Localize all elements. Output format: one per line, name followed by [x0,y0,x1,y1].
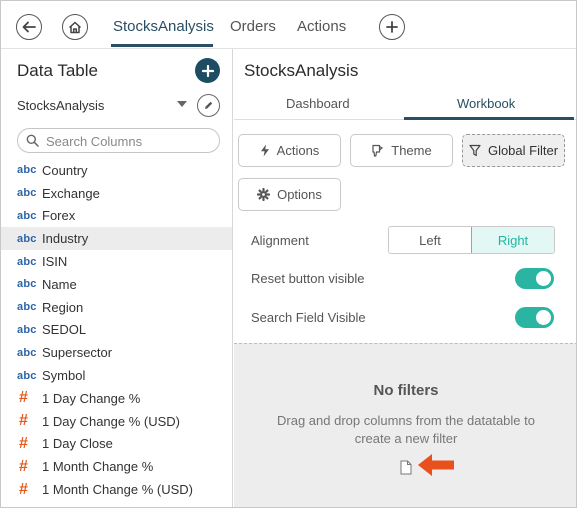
column-name: 1 Day Close [42,436,113,452]
reset-button-visible-label: Reset button visible [251,271,365,286]
no-filters-title: No filters [373,382,439,399]
column-name: 1 Day Change % [42,390,141,406]
annotation-arrow-icon [418,454,454,476]
column-name: Exchange [42,185,100,201]
numeric-type-icon: # [19,412,28,430]
column-item[interactable]: abc Industry [1,227,232,251]
text-type-icon: abc [17,323,37,336]
numeric-type-icon: # [19,434,28,452]
text-type-icon: abc [17,232,37,245]
panel-title: Data Table [17,61,98,80]
alignment-right-option[interactable]: Right [471,227,554,253]
data-source-select[interactable]: StocksAnalysis [17,98,104,113]
chevron-down-icon[interactable] [177,101,187,107]
column-item[interactable]: #1 Month Change % [1,455,232,478]
actions-button-label: Actions [276,143,320,158]
active-tab-indicator [111,44,213,47]
add-tab-button[interactable] [379,14,405,40]
text-type-icon: abc [17,187,37,200]
text-type-icon: abc [17,278,37,291]
text-type-icon: abc [17,369,37,382]
theme-button[interactable]: Theme [350,134,453,167]
column-list: abc Country abc Exchange abc Forex abc Industry… [1,159,232,501]
column-name: ISIN [42,254,68,270]
column-item[interactable]: abc ISIN [1,250,232,273]
column-item[interactable]: #1 Day Change % [1,387,232,410]
edit-data-source-button[interactable] [197,94,220,117]
column-name: Industry [42,231,89,247]
reset-button-visible-toggle[interactable] [515,268,554,289]
column-name: 1 Month Change % (USD) [42,482,194,498]
column-item[interactable]: abc Country [1,159,232,182]
search-field-visible-toggle[interactable] [515,307,554,328]
column-name: Name [42,276,77,292]
alignment-label: Alignment [251,233,309,248]
column-item[interactable]: abc SEDOL [1,319,232,342]
column-item[interactable]: abc Supersector [1,341,232,364]
data-table-panel: Data Table StocksAnalysis abc Country abc E… [1,49,233,507]
theme-brush-icon [372,144,384,157]
global-filter-button-label: Global Filter [487,143,559,158]
pencil-icon [205,101,213,109]
column-item[interactable]: abc Region [1,296,232,319]
add-data-source-button[interactable] [195,58,220,83]
column-name: Symbol [42,368,86,384]
text-type-icon: abc [17,164,37,177]
tab-actions[interactable]: Actions [297,18,346,35]
column-item[interactable]: #1 Month Change % (USD) [1,478,232,501]
plus-icon [386,21,398,33]
column-item[interactable]: abc Forex [1,205,232,228]
column-item[interactable]: abc Exchange [1,182,232,205]
text-type-icon: abc [17,209,37,222]
document-icon [400,460,412,475]
numeric-type-icon: # [19,480,28,498]
back-arrow-icon [22,21,36,33]
column-name: Region [42,299,84,315]
search-columns-input[interactable] [46,132,216,150]
column-name: SEDOL [42,322,87,338]
search-icon [26,134,39,147]
top-navigation: StocksAnalysis Orders Actions [1,1,576,49]
column-name: Supersector [42,345,113,361]
actions-button[interactable]: Actions [238,134,341,167]
numeric-type-icon: # [19,457,28,475]
column-name: 1 Month Change % [42,459,154,475]
app-window: StocksAnalysis Orders Actions Data Table… [0,0,577,508]
column-name: Forex [42,208,76,224]
drop-hint-text: Drag and drop columns from the datatable… [277,413,535,446]
text-type-icon: abc [17,301,37,314]
filter-drop-zone[interactable]: No filters Drag and drop columns from th… [234,343,576,507]
home-button[interactable] [62,14,88,40]
theme-button-label: Theme [391,143,432,158]
text-type-icon: abc [17,255,37,268]
active-tab-indicator [404,117,574,120]
plus-icon [201,64,214,77]
options-button-label: Options [277,187,322,202]
search-field-visible-label: Search Field Visible [251,310,366,325]
column-name: 1 Day Change % (USD) [42,413,180,429]
workbook-panel: StocksAnalysis Dashboard Workbook Action… [234,49,576,507]
back-button[interactable] [16,14,42,40]
panel-title: StocksAnalysis [244,61,359,80]
global-filter-button[interactable]: Global Filter [462,134,565,167]
column-item[interactable]: #1 Day Close [1,433,232,456]
text-type-icon: abc [17,346,37,359]
lightning-icon [260,144,269,157]
tab-stocksanalysis[interactable]: StocksAnalysis [113,18,214,35]
column-name: Country [42,162,88,178]
column-item[interactable]: #1 Day Change % (USD) [1,410,232,433]
alignment-left-option[interactable]: Left [389,227,471,253]
tab-dashboard[interactable]: Dashboard [286,96,350,111]
numeric-type-icon: # [19,389,28,407]
tab-workbook[interactable]: Workbook [457,96,515,111]
alignment-segmented-control: Left Right [388,226,555,254]
column-item[interactable]: abc Name [1,273,232,296]
column-item[interactable]: abc Symbol [1,364,232,387]
search-columns-box [17,128,220,153]
tab-orders[interactable]: Orders [230,18,276,35]
filter-funnel-icon [469,144,481,157]
home-icon [68,21,82,33]
options-button[interactable]: Options [238,178,341,211]
gear-icon [257,188,271,201]
